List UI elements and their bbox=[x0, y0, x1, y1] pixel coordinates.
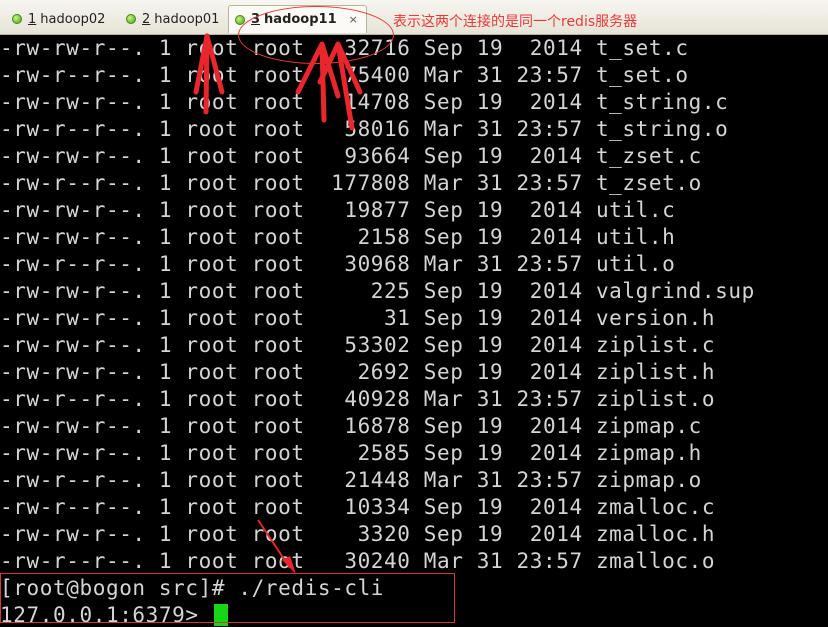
listing-line: -rw-r--r--. 1 root root 30968 Mar 31 23:… bbox=[0, 252, 676, 276]
listing-line: -rw-rw-r--. 1 root root 19877 Sep 19 201… bbox=[0, 198, 676, 222]
tab-number: 2 bbox=[142, 11, 151, 27]
listing-line: -rw-r--r--. 1 root root 21448 Mar 31 23:… bbox=[0, 468, 702, 492]
listing-line: -rw-r--r--. 1 root root 30240 Mar 31 23:… bbox=[0, 549, 716, 573]
annotation-note: 表示这两个连接的是同一个redis服务器 bbox=[393, 14, 638, 30]
tab-hadoop01[interactable]: 2 hadoop01 bbox=[120, 8, 227, 30]
listing-line: -rw-r--r--. 1 root root 177808 Mar 31 23… bbox=[0, 171, 702, 195]
listing-line: -rw-rw-r--. 1 root root 16878 Sep 19 201… bbox=[0, 414, 702, 438]
terminal-output[interactable]: -rw-rw-r--. 1 root root 32716 Sep 19 201… bbox=[0, 35, 828, 627]
tab-number: 1 bbox=[28, 11, 37, 27]
tab-hadoop02[interactable]: 1 hadoop02 bbox=[6, 8, 113, 30]
listing-line: -rw-rw-r--. 1 root root 2158 Sep 19 2014… bbox=[0, 225, 676, 249]
tab-label: hadoop01 bbox=[154, 11, 220, 27]
listing-line: -rw-r--r--. 1 root root 10334 Sep 19 201… bbox=[0, 495, 716, 519]
listing-line: -rw-rw-r--. 1 root root 2585 Sep 19 2014… bbox=[0, 441, 702, 465]
listing-line: -rw-r--r--. 1 root root 75400 Mar 31 23:… bbox=[0, 63, 689, 87]
connection-status-icon bbox=[126, 14, 136, 24]
listing-line: -rw-rw-r--. 1 root root 31 Sep 19 2014 v… bbox=[0, 306, 716, 330]
listing-line: -rw-rw-r--. 1 root root 53302 Sep 19 201… bbox=[0, 333, 716, 357]
listing-line: -rw-rw-r--. 1 root root 93664 Sep 19 201… bbox=[0, 144, 702, 168]
highlight-box bbox=[0, 573, 455, 623]
listing-line: -rw-r--r--. 1 root root 58016 Mar 31 23:… bbox=[0, 117, 729, 141]
annotation-ellipse bbox=[238, 6, 394, 64]
tab-label: hadoop02 bbox=[40, 11, 106, 27]
connection-status-icon bbox=[12, 14, 22, 24]
tab-bar: 1 hadoop02 2 hadoop01 3 hadoop11 × 表示这两个… bbox=[0, 0, 828, 35]
listing-line: -rw-rw-r--. 1 root root 3320 Sep 19 2014… bbox=[0, 522, 716, 546]
listing-line: -rw-rw-r--. 1 root root 225 Sep 19 2014 … bbox=[0, 279, 755, 303]
listing-line: -rw-r--r--. 1 root root 40928 Mar 31 23:… bbox=[0, 387, 716, 411]
listing-line: -rw-rw-r--. 1 root root 14708 Sep 19 201… bbox=[0, 90, 729, 114]
listing-line: -rw-rw-r--. 1 root root 2692 Sep 19 2014… bbox=[0, 360, 716, 384]
